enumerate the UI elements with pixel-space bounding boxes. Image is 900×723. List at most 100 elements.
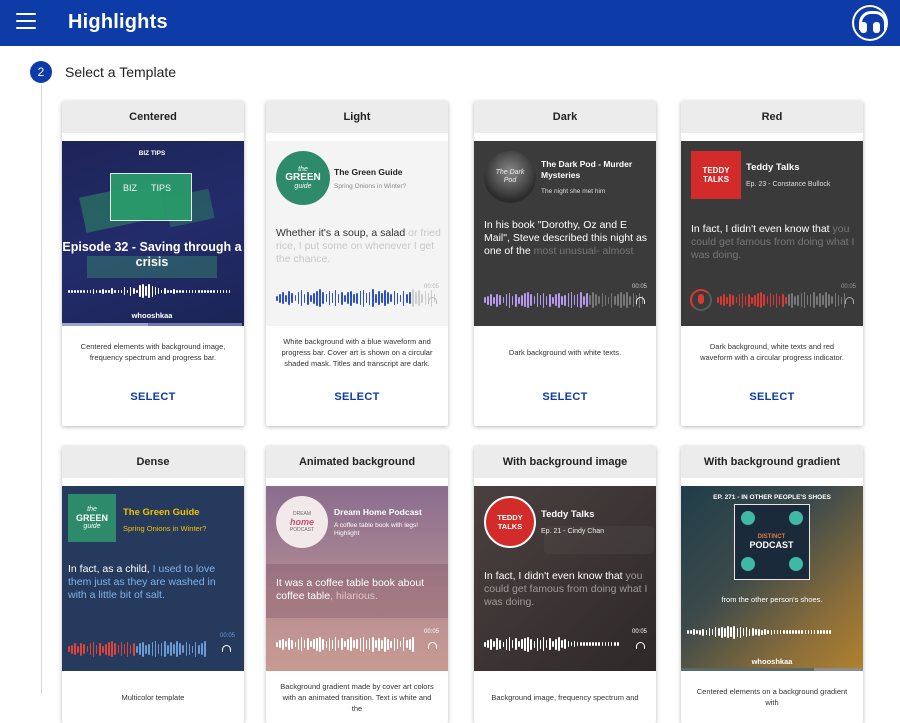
waveform <box>484 290 644 310</box>
transcript-read: In fact, as a child, <box>68 563 150 575</box>
headphones-icon <box>636 297 645 304</box>
brand-logo: whooshkaa <box>751 657 793 666</box>
cover-art: the GREEN guide <box>68 494 116 542</box>
progress-track <box>681 668 863 671</box>
card-title: With background gradient <box>681 446 863 478</box>
card-title: Red <box>681 101 863 133</box>
elapsed-time: 00:05 <box>424 629 440 635</box>
transcript: Whether it's a soup, a salad or fried ri… <box>276 227 442 266</box>
elapsed-time: 00:05 <box>424 284 440 290</box>
microphone-icon <box>698 294 704 304</box>
waveform <box>484 634 619 654</box>
select-button[interactable]: SELECT <box>474 378 656 426</box>
card-description: Multicolor template <box>121 692 185 702</box>
template-card-dark[interactable]: Dark The Dark Pod The Dark Pod - Murder … <box>474 101 656 426</box>
headphones-icon <box>222 645 231 652</box>
transcript-unread: most unusual- almost <box>533 245 634 257</box>
cover-art: TEDDY TALKS <box>691 151 741 199</box>
preview-subtitle: Ep. 23 - Constance Bullock <box>746 181 831 188</box>
frequency-spectrum <box>68 281 231 301</box>
select-button[interactable]: SELECT <box>266 378 448 426</box>
progress-bar <box>681 668 814 671</box>
menu-icon[interactable] <box>16 13 36 31</box>
card-title: Centered <box>62 101 244 133</box>
transcript-read: Whether it's a soup, a salad <box>276 227 406 239</box>
card-title: Dense <box>62 446 244 478</box>
preview-subtitle: A coffee table book with legs! Highlight <box>334 522 419 537</box>
waveform <box>276 634 414 654</box>
cover-text: TEDDY <box>497 513 523 522</box>
cover-text: home <box>289 517 314 527</box>
page-title: Highlights <box>68 11 168 33</box>
cover-art: DISTINCT PODCAST <box>734 504 810 580</box>
card-description: Background image, frequency spectrum and <box>491 692 639 702</box>
template-card-red[interactable]: Red TEDDY TALKS Teddy Talks Ep. 23 - Con… <box>681 101 863 426</box>
elapsed-time: 00:05 <box>220 633 236 639</box>
elapsed-time: 00:05 <box>632 284 648 290</box>
transcript: In his book "Dorothy, Oz and E Mail", St… <box>484 219 652 258</box>
template-card-with-background-gradient[interactable]: With background gradient EP. 271 - IN OT… <box>681 446 863 723</box>
transcript-unread: , hilarious. <box>330 590 378 602</box>
card-description: White background with a blue waveform an… <box>281 336 433 368</box>
preview-title: The Dark Pod - Murder Mysteries <box>541 159 633 180</box>
card-description: Background gradient made by cover art co… <box>280 681 434 713</box>
waveform <box>717 290 846 310</box>
transcript: In fact, I didn't even know that you cou… <box>691 223 859 262</box>
template-preview: the GREEN guide The Green Guide Spring O… <box>266 141 448 326</box>
transcript: In fact, as a child, I used to love them… <box>68 563 236 602</box>
step-number-badge: 2 <box>30 61 52 83</box>
preview-title: Teddy Talks <box>746 162 800 173</box>
preview-subtitle: Ep. 21 - Cindy Chan <box>541 528 605 535</box>
progress-bar <box>62 323 149 326</box>
headphones-icon <box>428 642 437 649</box>
stepper-line <box>41 85 42 694</box>
preview-kicker: BIZ TIPS <box>138 150 166 157</box>
waveform <box>68 639 206 659</box>
template-preview: the GREEN guide The Green Guide Spring O… <box>62 486 244 671</box>
card-title: Animated background <box>266 446 448 478</box>
cover-text: The Dark Pod <box>495 169 525 184</box>
template-card-centered[interactable]: Centered BIZ TIPS BIZ TIPS Episode 32 - … <box>62 101 244 426</box>
template-card-dense[interactable]: Dense the GREEN guide The Green Guide Sp… <box>62 446 244 723</box>
preview-kicker: EP. 271 - IN OTHER PEOPLE'S SHOES <box>713 494 831 501</box>
step-title: Select a Template <box>65 64 177 80</box>
cover-text: guide <box>83 523 101 530</box>
preview-title: Dream Home Podcast <box>334 507 422 517</box>
logo-text: TIPS <box>151 183 172 193</box>
preview-subtitle: Spring Onions in Winter? <box>334 183 407 190</box>
waveform <box>276 288 436 308</box>
card-description: Centered elements with background image,… <box>80 342 226 362</box>
card-title: With background image <box>474 446 656 478</box>
cover-text: GREEN <box>75 513 108 523</box>
cover-text: TEDDY <box>702 166 730 175</box>
logo-text: BIZ <box>123 183 138 193</box>
preview-subtitle: The night she met him <box>541 188 606 195</box>
template-preview: The Dark Pod The Dark Pod - Murder Myste… <box>474 141 656 326</box>
frequency-spectrum <box>687 622 831 642</box>
preview-title: The Green Guide <box>334 167 403 177</box>
preview-subtitle: Spring Onions in Winter? <box>123 524 207 533</box>
template-preview: TEDDY TALKS Teddy Talks Ep. 23 - Constan… <box>681 141 863 326</box>
preview-headline: Episode 32 - Saving through a crisis <box>62 240 242 269</box>
headphones-logo-icon[interactable] <box>852 5 888 41</box>
cover-text: PODCAST <box>289 527 315 533</box>
preview-title: The Green Guide <box>123 507 200 518</box>
template-card-animated-background[interactable]: Animated background DREAM home PODCAST D… <box>266 446 448 723</box>
brand-logo: whooshkaa <box>131 311 173 320</box>
cover-text: GREEN <box>285 172 321 183</box>
transcript-read: In fact, I didn't even know that <box>691 223 830 235</box>
progress-track <box>62 323 242 326</box>
cover-text: the <box>87 506 97 513</box>
select-button[interactable]: SELECT <box>681 378 863 426</box>
card-description: Dark background with white texts. <box>508 347 622 357</box>
template-card-light[interactable]: Light the GREEN guide The Green Guide Sp… <box>266 101 448 426</box>
cover-art: TEDDY TALKS <box>484 496 536 548</box>
select-button[interactable]: SELECT <box>62 378 244 426</box>
template-card-with-background-image[interactable]: With background image TEDDY TALKS Teddy … <box>474 446 656 723</box>
template-preview: EP. 271 - IN OTHER PEOPLE'S SHOES DISTIN… <box>681 486 863 671</box>
headphones-icon <box>428 297 437 304</box>
template-preview: BIZ TIPS BIZ TIPS Episode 32 - Saving th… <box>62 141 244 326</box>
cover-text: TALKS <box>497 522 523 531</box>
cover-text: TALKS <box>702 175 730 184</box>
headphones-icon <box>636 642 645 649</box>
